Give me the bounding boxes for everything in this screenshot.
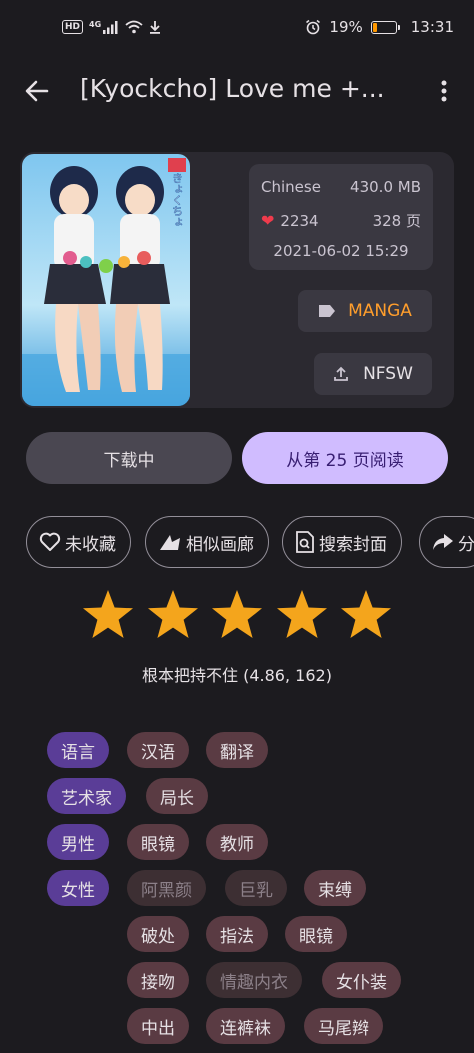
share-chip-label: 分 [458,534,474,555]
star-icon [147,590,198,638]
hd-badge: HD [62,20,84,34]
language-label: Chinese [261,178,321,196]
gallery-info-card: きょくちょ Chinese 430.0 MB ❤ 2234 328 页 2021… [20,152,454,408]
tag-item[interactable]: 阿黑颜 [127,870,206,906]
cover-title-text: きょくちょ [171,172,184,227]
share-chip[interactable]: 分 [419,516,474,568]
image-search-icon [296,531,314,553]
tag-item[interactable]: 教师 [206,824,268,860]
posted-date: 2021-06-02 15:29 [273,242,409,260]
clock: 13:31 [410,18,454,36]
network-type-label: 4G [89,20,102,29]
tag-item[interactable]: 局长 [146,778,208,814]
battery-percent: 19% [329,18,363,36]
download-status-icon [150,21,161,34]
similar-chip-label: 相似画廊 [186,534,254,555]
heart-outline-icon [39,532,61,551]
tag-item[interactable]: 中出 [127,1008,189,1044]
star-icon [341,590,391,638]
star-icon [83,590,133,638]
more-vert-icon [441,80,447,102]
rating-stars [80,588,394,644]
tag-item[interactable]: 情趣内衣 [206,962,302,998]
tag-namespace-artist[interactable]: 艺术家 [47,778,126,814]
rating-text: 根本把持不住 (4.86, 162) [142,666,332,685]
category-button[interactable]: MANGA [298,290,432,332]
app-bar: [Kyockcho] Love me +... [0,62,474,120]
similar-gallery-chip[interactable]: 相似画廊 [145,516,269,568]
star-icon [276,590,327,638]
share-icon [433,534,453,550]
arrow-back-icon [25,80,49,102]
cover-image[interactable]: きょくちょ [22,154,190,406]
cellular-signal-icon [103,20,118,34]
star-icon [212,590,262,638]
label-icon [319,305,336,317]
search-cover-chip[interactable]: 搜索封面 [282,516,402,568]
tag-item[interactable]: 眼镜 [127,824,189,860]
uploader-label: NFSW [363,364,413,384]
tag-item[interactable]: 指法 [206,916,268,952]
tag-item[interactable]: 束缚 [304,870,366,906]
tag-item[interactable]: 连裤袜 [206,1008,285,1044]
cover-illustration: きょくちょ [22,154,190,406]
tag-namespace-language[interactable]: 语言 [47,732,109,768]
tag-item[interactable]: 巨乳 [225,870,287,906]
page-title: [Kyockcho] Love me +... [80,74,385,103]
read-button[interactable]: 从第 25 页阅读 [242,432,448,484]
tag-namespace-female[interactable]: 女性 [47,870,109,906]
file-size: 430.0 MB [350,178,421,196]
similar-icon [160,535,180,550]
more-options-button[interactable] [430,74,458,108]
heart-icon: ❤ [261,211,275,230]
download-button[interactable]: 下载中 [26,432,232,484]
favorite-count: 2234 [280,211,319,230]
search-cover-chip-label: 搜索封面 [319,534,387,555]
tag-item[interactable]: 接吻 [127,962,189,998]
battery-icon [370,20,400,34]
status-bar: HD 4G 19% 13:31 [0,0,474,58]
uploader-button[interactable]: NFSW [314,353,432,395]
tag-item[interactable]: 马尾辫 [304,1008,383,1044]
tag-item[interactable]: 翻译 [206,732,268,768]
wifi-icon [125,20,143,34]
tag-item[interactable]: 汉语 [127,732,189,768]
favorite-chip-label: 未收藏 [65,534,116,555]
gallery-meta: Chinese 430.0 MB ❤ 2234 328 页 2021-06-02… [249,164,433,270]
upload-icon [334,366,348,381]
tag-item[interactable]: 眼镜 [285,916,347,952]
favorite-chip[interactable]: 未收藏 [26,516,131,568]
tag-item[interactable]: 破处 [127,916,189,952]
category-label: MANGA [348,301,412,321]
page-count: 328 页 [372,212,421,230]
tag-item[interactable]: 女仆装 [322,962,401,998]
back-button[interactable] [20,74,54,108]
tag-namespace-male[interactable]: 男性 [47,824,109,860]
alarm-icon [306,19,321,35]
